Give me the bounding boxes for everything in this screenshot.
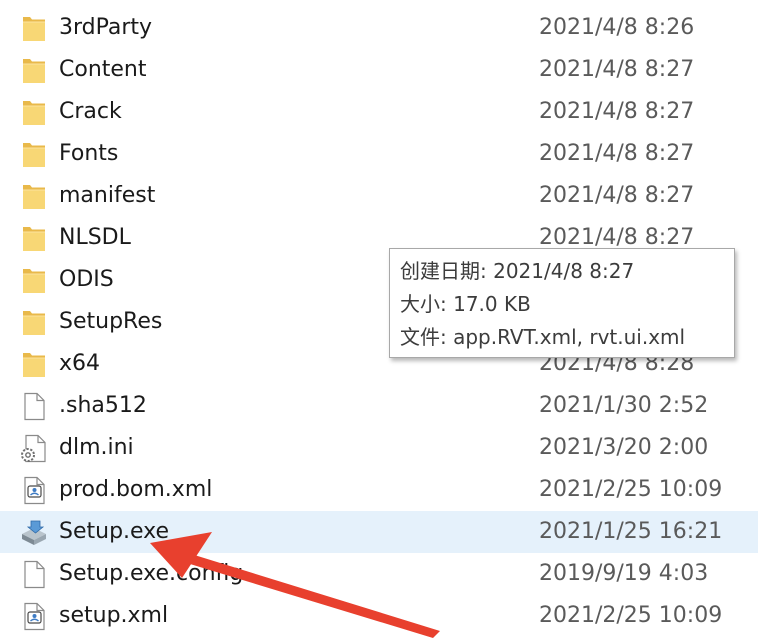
- folder-icon: [19, 13, 49, 43]
- folder-icon: [19, 349, 49, 379]
- file-row[interactable]: Content 2021/4/8 8:27: [0, 49, 758, 91]
- settings-file-icon: [19, 433, 49, 463]
- file-name: Crack: [59, 99, 122, 124]
- file-modified-date: 2021/4/8 8:27: [539, 57, 695, 82]
- xml-file-icon: [19, 601, 49, 631]
- file-modified-date: 2021/4/8 8:27: [539, 141, 695, 166]
- file-modified-date: 2021/4/8 8:27: [539, 183, 695, 208]
- file-name: Setup.exe: [59, 519, 170, 544]
- file-modified-date: 2019/9/19 4:03: [539, 561, 709, 586]
- file-modified-date: 2021/4/8 8:27: [539, 99, 695, 124]
- file-modified-date: 2021/4/8 8:26: [539, 15, 695, 40]
- installer-icon: [19, 517, 49, 547]
- file-row[interactable]: Fonts 2021/4/8 8:27: [0, 133, 758, 175]
- file-modified-date: 2021/2/25 10:09: [539, 477, 723, 502]
- file-name: Content: [59, 57, 147, 82]
- file-name: .sha512: [59, 393, 147, 418]
- file-row[interactable]: .sha512 2021/1/30 2:52: [0, 385, 758, 427]
- folder-icon: [19, 265, 49, 295]
- file-name: ODIS: [59, 267, 114, 292]
- file-row[interactable]: 3rdParty 2021/4/8 8:26: [0, 7, 758, 49]
- file-row[interactable]: prod.bom.xml 2021/2/25 10:09: [0, 469, 758, 511]
- file-name: NLSDL: [59, 225, 131, 250]
- file-name: dlm.ini: [59, 435, 134, 460]
- folder-icon: [19, 139, 49, 169]
- file-modified-date: 2021/1/30 2:52: [539, 393, 709, 418]
- folder-icon: [19, 97, 49, 127]
- file-name: Setup.exe.config: [59, 561, 244, 586]
- file-name: setup.xml: [59, 603, 169, 628]
- blank-file-icon: [19, 391, 49, 421]
- file-tooltip: 创建日期: 2021/4/8 8:27 大小: 17.0 KB 文件: app.…: [389, 248, 735, 358]
- tooltip-files: 文件: app.RVT.xml, rvt.ui.xml: [400, 325, 686, 349]
- file-row[interactable]: dlm.ini 2021/3/20 2:00: [0, 427, 758, 469]
- file-name: 3rdParty: [59, 15, 153, 40]
- file-modified-date: 2021/2/25 10:09: [539, 603, 723, 628]
- file-row[interactable]: Setup.exe 2021/1/25 16:21: [0, 511, 758, 553]
- file-explorer: 3rdParty 2021/4/8 8:26 Content 2021/4/8 8:2…: [0, 0, 758, 640]
- file-name: x64: [59, 351, 101, 376]
- folder-icon: [19, 181, 49, 211]
- folder-icon: [19, 55, 49, 85]
- folder-icon: [19, 307, 49, 337]
- file-name: SetupRes: [59, 309, 163, 334]
- file-modified-date: 2021/3/20 2:00: [539, 435, 709, 460]
- file-row[interactable]: Setup.exe.config 2019/9/19 4:03: [0, 553, 758, 595]
- file-name: prod.bom.xml: [59, 477, 213, 502]
- file-name: Fonts: [59, 141, 119, 166]
- file-row[interactable]: Crack 2021/4/8 8:27: [0, 91, 758, 133]
- file-row[interactable]: setup.xml 2021/2/25 10:09: [0, 595, 758, 637]
- tooltip-size: 大小: 17.0 KB: [400, 292, 531, 316]
- blank-file-icon: [19, 559, 49, 589]
- xml-file-icon: [19, 475, 49, 505]
- tooltip-created-date: 创建日期: 2021/4/8 8:27: [400, 259, 635, 283]
- file-row[interactable]: manifest 2021/4/8 8:27: [0, 175, 758, 217]
- file-modified-date: 2021/1/25 16:21: [539, 519, 723, 544]
- file-name: manifest: [59, 183, 156, 208]
- folder-icon: [19, 223, 49, 253]
